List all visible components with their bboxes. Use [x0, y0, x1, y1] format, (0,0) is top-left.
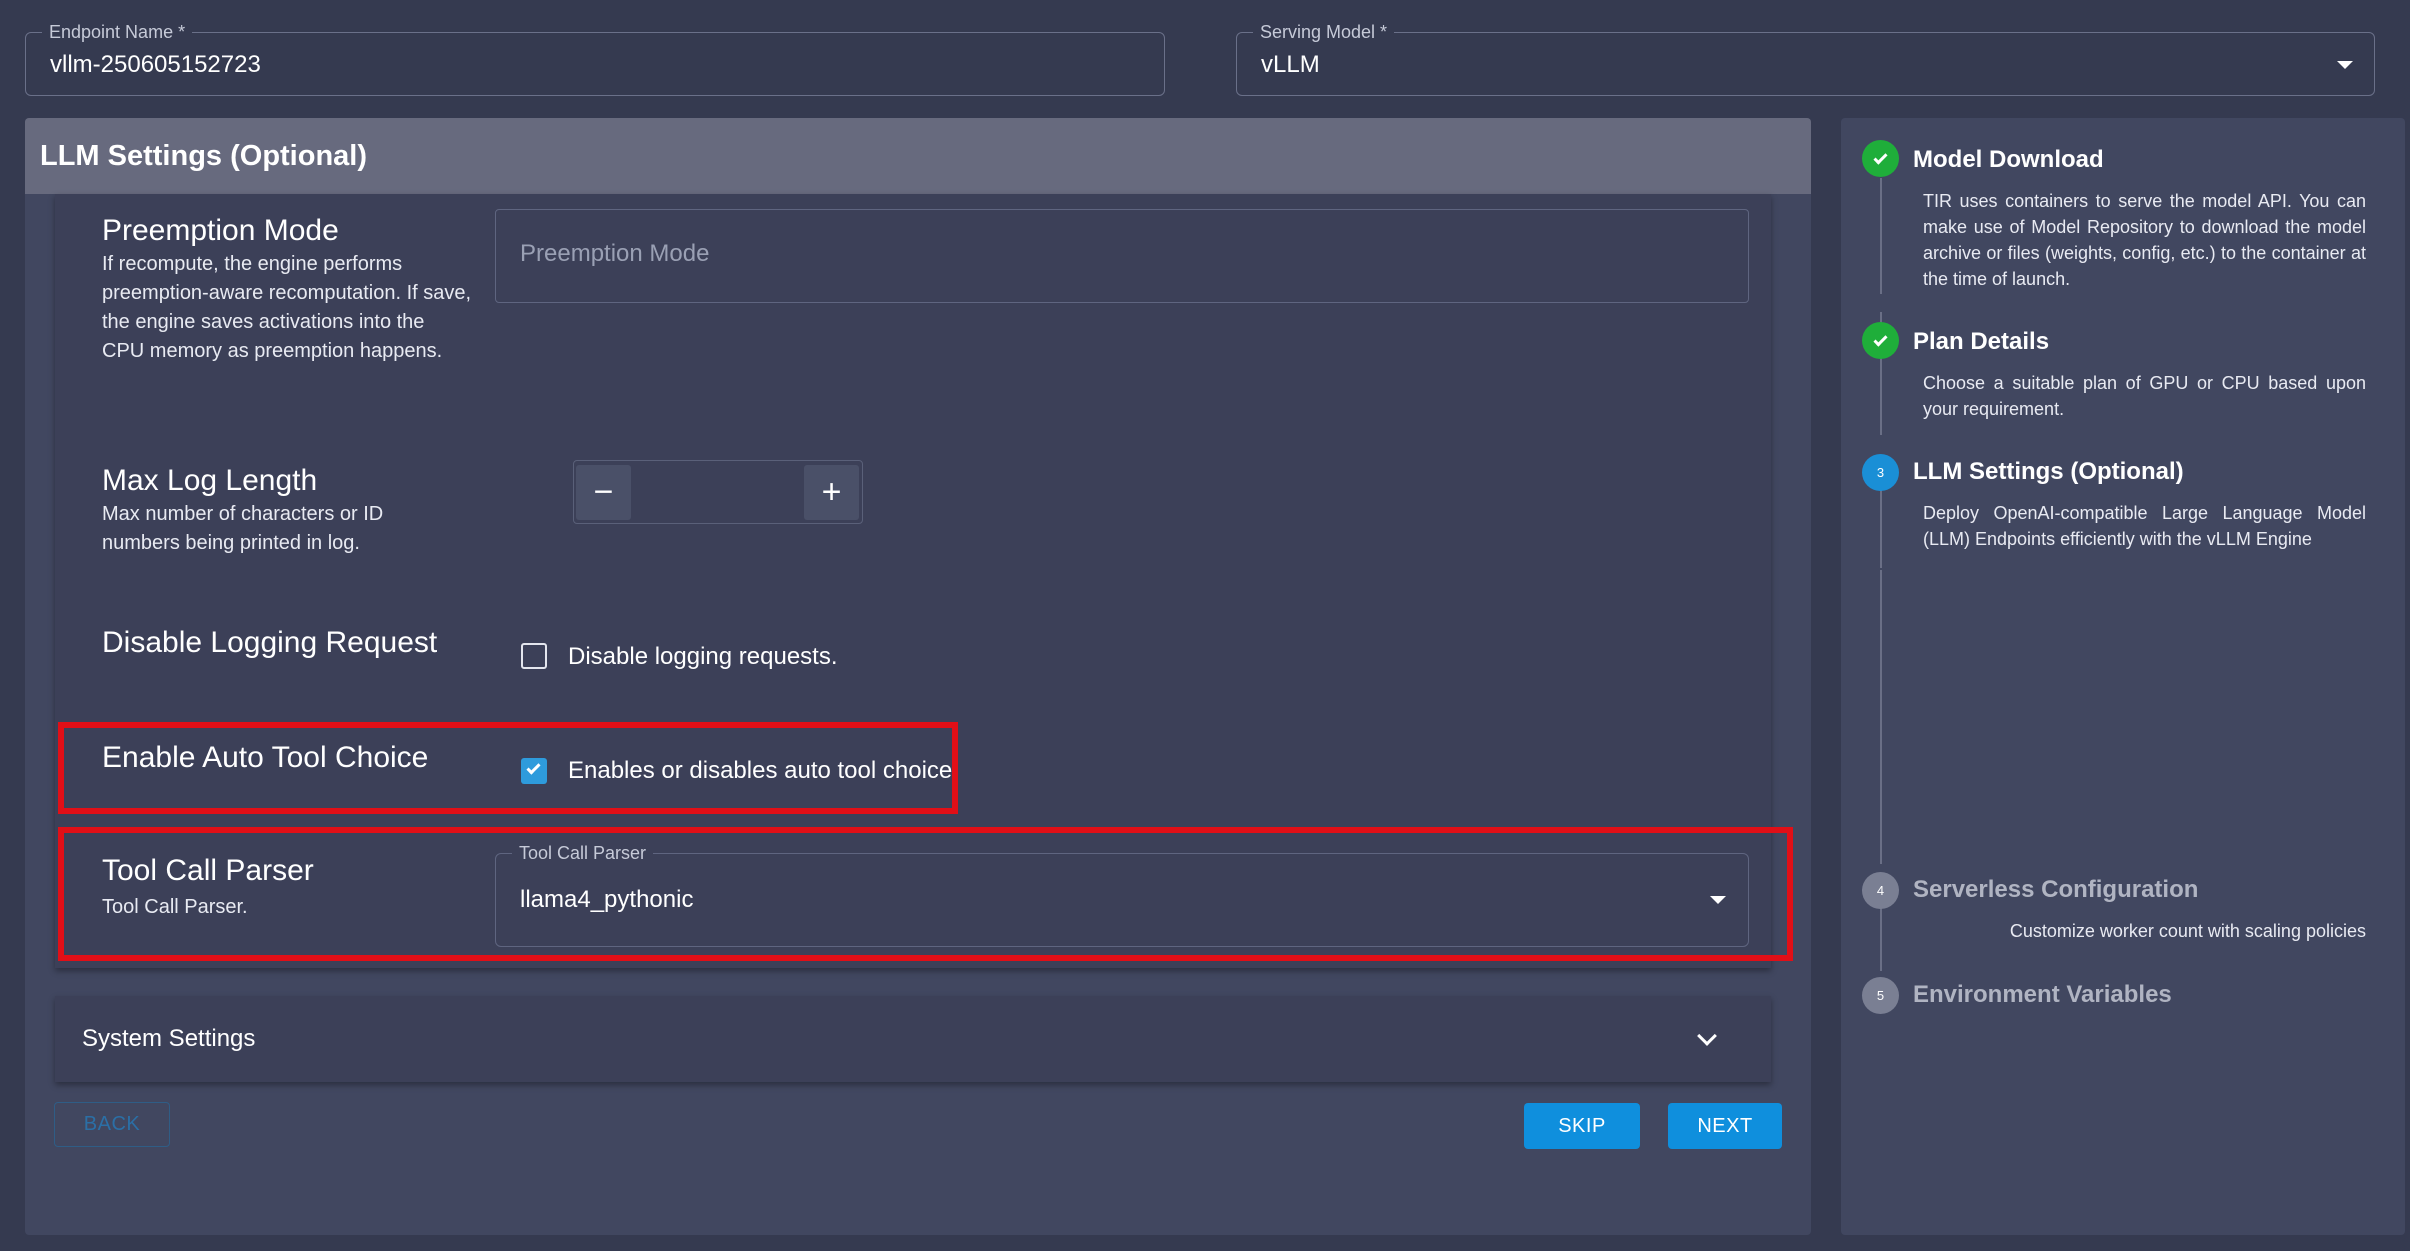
serving-model-value: vLLM	[1261, 51, 1320, 78]
page: Endpoint Name * vllm-250605152723 Servin…	[0, 0, 2410, 1251]
preemption-mode-placeholder: Preemption Mode	[520, 240, 710, 267]
step-connector	[1880, 908, 1882, 971]
llm-settings-panel: LLM Settings (Optional) Preemption Mode …	[25, 118, 1811, 1235]
max-log-length-description: Max number of characters or ID numbers b…	[102, 503, 384, 554]
step-4-pending-icon: 4	[1862, 872, 1899, 909]
step-5-title: Environment Variables	[1913, 981, 2172, 1008]
serving-model-label: Serving Model *	[1253, 21, 1395, 43]
endpoint-name-value[interactable]: vllm-250605152723	[50, 50, 261, 80]
endpoint-name-field[interactable]: Endpoint Name * vllm-250605152723	[25, 21, 1165, 96]
check-icon	[1873, 149, 1888, 165]
step-connector	[1880, 570, 1882, 864]
chevron-down-icon[interactable]	[1697, 1026, 1717, 1046]
step-2-complete-icon	[1862, 322, 1899, 359]
highlight-tool-call-parser	[58, 827, 1793, 961]
step-4-title: Serverless Configuration	[1913, 876, 2199, 903]
next-button[interactable]: NEXT	[1668, 1103, 1782, 1149]
preemption-mode-title: Preemption Mode	[102, 214, 339, 247]
llm-settings-header: LLM Settings (Optional)	[25, 118, 1811, 194]
disable-logging-label[interactable]: Disable logging requests.	[568, 643, 838, 671]
back-button[interactable]: BACK	[54, 1102, 170, 1147]
steps-panel: Model Download TIR uses containers to se…	[1841, 118, 2405, 1235]
max-log-length-value[interactable]	[644, 477, 792, 507]
step-2-title: Plan Details	[1913, 328, 2050, 355]
endpoint-name-label: Endpoint Name *	[42, 21, 193, 43]
serving-model-select[interactable]: Serving Model * vLLM	[1236, 21, 2375, 96]
check-icon	[1873, 331, 1888, 347]
max-log-length-title: Max Log Length	[102, 464, 318, 497]
disable-logging-title: Disable Logging Request	[102, 626, 438, 659]
step-2-description: Choose a suitable plan of GPU or CPU bas…	[1923, 373, 2366, 419]
step-connector	[1880, 178, 1882, 294]
llm-settings-title: LLM Settings (Optional)	[40, 140, 368, 172]
step-1-complete-icon	[1862, 140, 1899, 177]
step-1-title: Model Download	[1913, 146, 2104, 173]
caret-down-icon[interactable]	[2337, 61, 2353, 69]
step-1-description: TIR uses containers to serve the model A…	[1923, 191, 2366, 289]
skip-button[interactable]: SKIP	[1524, 1103, 1640, 1149]
preemption-mode-description: If recompute, the engine performs preemp…	[102, 253, 472, 362]
max-log-length-stepper: − +	[573, 460, 863, 524]
step-5-pending-icon: 5	[1862, 977, 1899, 1014]
preemption-mode-input[interactable]: Preemption Mode	[495, 209, 1749, 303]
step-4-description: Customize worker count with scaling poli…	[2009, 921, 2366, 941]
step-3-active-icon: 3	[1862, 454, 1899, 491]
system-settings-accordion[interactable]: System Settings	[55, 996, 1771, 1082]
decrement-button[interactable]: −	[576, 465, 631, 520]
step-3-title: LLM Settings (Optional)	[1913, 458, 2184, 485]
system-settings-label: System Settings	[82, 1025, 256, 1052]
increment-button[interactable]: +	[804, 465, 859, 520]
step-3-description: Deploy OpenAI-compatible Large Language …	[1923, 503, 2366, 549]
disable-logging-checkbox[interactable]	[521, 643, 547, 669]
highlight-auto-tool-choice	[58, 722, 958, 814]
